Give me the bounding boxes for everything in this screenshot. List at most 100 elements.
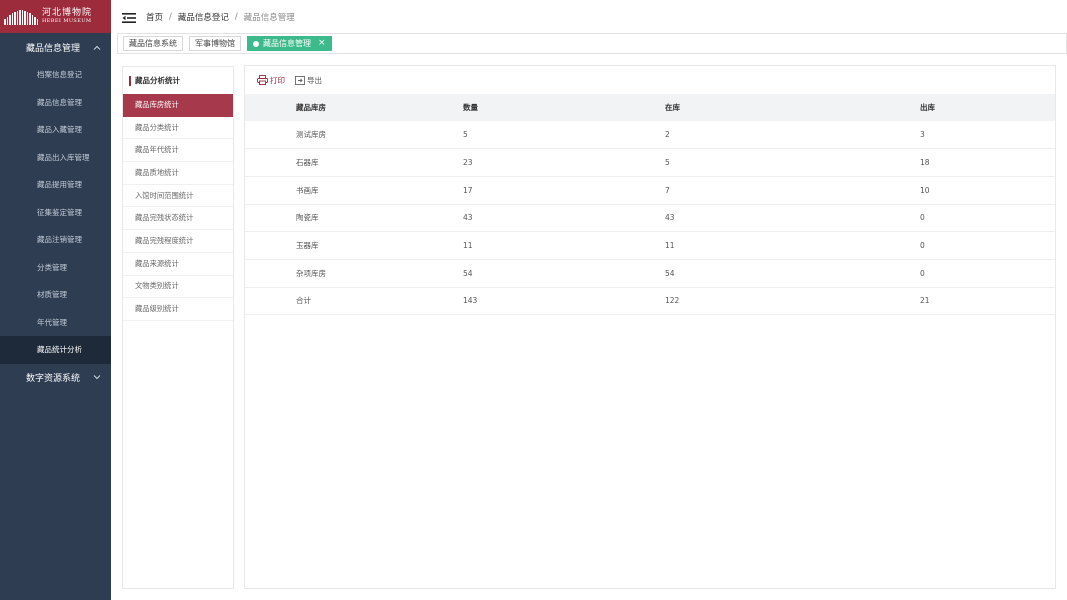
sidebar-item[interactable]: 材质管理	[0, 281, 111, 309]
table-cell: 0	[920, 259, 1055, 288]
table-cell: 54	[665, 259, 920, 288]
logo-en: HEBEI MUSEUM	[42, 17, 92, 24]
table-cell: 书画库	[245, 176, 463, 205]
sidebar-item[interactable]: 藏品提用管理	[0, 171, 111, 199]
menu-toggle-icon[interactable]	[122, 11, 136, 23]
sidebar-item-label: 档案信息登记	[37, 70, 82, 80]
table-cell: 17	[463, 176, 665, 205]
title-accent-bar	[129, 75, 131, 86]
sidebar-item[interactable]: 征集鉴定管理	[0, 199, 111, 227]
tab-label: 藏品信息系统	[129, 39, 177, 48]
tab-collection-system[interactable]: 藏品信息系统	[123, 36, 183, 51]
table-row[interactable]: 陶瓷库 43 43 0	[245, 204, 1055, 233]
sidebar-item-label: 藏品统计分析	[37, 345, 82, 355]
breadcrumb-home[interactable]: 首页	[146, 11, 163, 23]
sidebar: 河北博物院 HEBEI MUSEUM 藏品信息管理 档案信息登记 藏品信息管理 藏品…	[0, 0, 111, 600]
header: 首页 / 藏品信息登记 / 藏品信息管理	[111, 0, 1067, 33]
breadcrumb-separator: /	[234, 11, 238, 22]
sidebar-item-label: 材质管理	[37, 290, 67, 300]
table-cell: 杂项库房	[245, 259, 463, 288]
print-label: 打印	[270, 75, 285, 85]
export-icon	[295, 75, 305, 85]
table-cell: 石器库	[245, 148, 463, 177]
sidebar-item-label: 分类管理	[37, 262, 67, 272]
table-row[interactable]: 石器库 23 5 18	[245, 148, 1055, 177]
tab-military-museum[interactable]: 军事博物馆	[189, 36, 241, 51]
table-cell: 10	[920, 176, 1055, 205]
sidebar-item-label: 年代管理	[37, 317, 67, 327]
table-row[interactable]: 玉器库 11 11 0	[245, 231, 1055, 260]
stats-menu-item[interactable]: 藏品完残状态统计	[123, 207, 233, 231]
stats-menu-item[interactable]: 藏品年代统计	[123, 139, 233, 163]
table-cell: 0	[920, 231, 1055, 260]
table-cell: 玉器库	[245, 231, 463, 260]
sidebar-item-label: 藏品入藏管理	[37, 125, 82, 135]
sidebar-item[interactable]: 藏品注销管理	[0, 226, 111, 254]
close-icon[interactable]: ×	[318, 39, 326, 48]
storage-stats-table: 藏品库房 数量 在库 出库 测试库房 5 2 3 石器库 23 5 18 书画库 17 7 10 陶瓷库…	[245, 94, 1055, 316]
table-cell: 18	[920, 148, 1055, 177]
table-cell: 测试库房	[245, 121, 463, 150]
tab-collection-management[interactable]: 藏品信息管理 ×	[247, 36, 332, 51]
sidebar-item[interactable]: 分类管理	[0, 254, 111, 282]
stats-menu-item[interactable]: 藏品库房统计	[123, 94, 233, 117]
table-cell: 0	[920, 204, 1055, 233]
table-cell: 43	[665, 204, 920, 233]
sidebar-item[interactable]: 藏品统计分析	[0, 336, 111, 364]
main-panel: 打印 导出 藏品库房 数量 在库 出库 测试库房 5 2 3 石器库 23 5 18 书画库 17…	[244, 65, 1056, 589]
stats-menu-item[interactable]: 藏品级别统计	[123, 298, 233, 321]
stats-menu-item[interactable]: 藏品来源统计	[123, 253, 233, 276]
stats-title: 藏品分析统计	[123, 67, 233, 94]
breadcrumb-level-1[interactable]: 藏品信息登记	[178, 11, 229, 23]
breadcrumb-separator: /	[169, 11, 172, 22]
table-cell: 43	[463, 204, 665, 233]
table-cell: 54	[463, 259, 665, 288]
table-cell: 11	[665, 231, 920, 260]
table-cell: 陶瓷库	[245, 204, 463, 233]
table-header-row: 藏品库房 数量 在库 出库	[245, 94, 1055, 121]
active-dot-icon	[253, 40, 259, 47]
museum-logo-icon	[4, 9, 38, 25]
table-row[interactable]: 测试库房 5 2 3	[245, 121, 1055, 150]
table-cell: 5	[665, 148, 920, 177]
stats-menu-item[interactable]: 文物类别统计	[123, 276, 233, 299]
table-row[interactable]: 书画库 17 7 10	[245, 176, 1055, 205]
table-cell: 3	[920, 121, 1055, 150]
sidebar-item[interactable]: 藏品出入库管理	[0, 144, 111, 172]
sidebar-item-label: 藏品出入库管理	[37, 152, 90, 162]
breadcrumb: 首页 / 藏品信息登记 / 藏品信息管理	[146, 11, 295, 23]
tab-label: 藏品信息管理	[263, 39, 311, 48]
table-cell: 合计	[245, 287, 463, 316]
tab-label: 军事博物馆	[195, 39, 235, 48]
table-cell: 5	[463, 121, 665, 150]
sidebar-item[interactable]: 藏品入藏管理	[0, 116, 111, 144]
breadcrumb-current: 藏品信息管理	[243, 12, 295, 23]
col-header-storage[interactable]: 藏品库房	[245, 94, 463, 121]
chevron-up-icon	[93, 43, 101, 52]
export-label: 导出	[307, 75, 322, 85]
sidebar-item-label: 藏品提用管理	[37, 180, 82, 190]
col-header-quantity[interactable]: 数量	[463, 94, 665, 121]
stats-menu-item[interactable]: 藏品完残程度统计	[123, 230, 233, 253]
menu-group-collection[interactable]: 藏品信息管理	[0, 33, 111, 61]
stats-menu-item[interactable]: 入馆时间范围统计	[123, 185, 233, 208]
sidebar-item[interactable]: 档案信息登记	[0, 61, 111, 89]
col-header-in-stock[interactable]: 在库	[665, 94, 920, 121]
sidebar-item[interactable]: 年代管理	[0, 309, 111, 337]
sidebar-item[interactable]: 藏品信息管理	[0, 89, 111, 117]
stats-menu-item[interactable]: 藏品质地统计	[123, 162, 233, 185]
export-button[interactable]: 导出	[295, 75, 322, 86]
stats-menu-item[interactable]: 藏品分类统计	[123, 117, 233, 140]
menu-group-label: 藏品信息管理	[26, 43, 81, 54]
print-button[interactable]: 打印	[257, 75, 285, 86]
menu-group-digital[interactable]: 数字资源系统	[0, 364, 111, 392]
printer-icon	[257, 75, 268, 85]
logo[interactable]: 河北博物院 HEBEI MUSEUM	[0, 0, 111, 33]
table-row[interactable]: 合计 143 122 21	[245, 287, 1055, 316]
col-header-out-stock[interactable]: 出库	[920, 94, 1055, 121]
table-row[interactable]: 杂项库房 54 54 0	[245, 259, 1055, 288]
tabs-bar: 藏品信息系统 军事博物馆 藏品信息管理 ×	[117, 33, 1067, 54]
toolbar: 打印 导出	[245, 66, 1055, 94]
table-cell: 11	[463, 231, 665, 260]
chevron-down-icon	[93, 373, 101, 382]
